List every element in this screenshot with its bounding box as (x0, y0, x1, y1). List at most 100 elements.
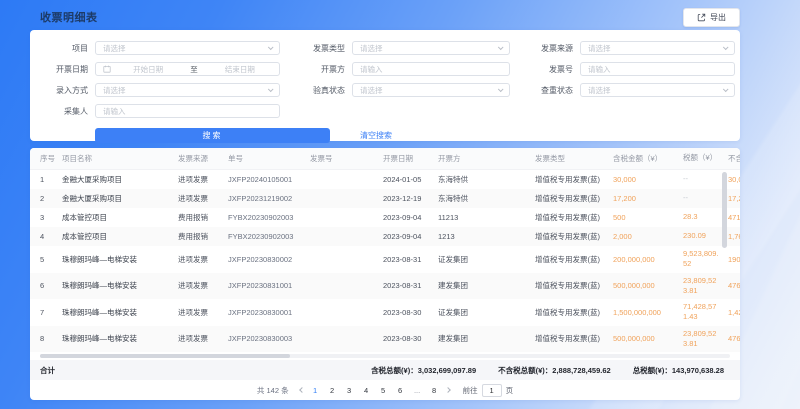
cell-invoice-date: 2024-01-05 (383, 175, 438, 184)
table-row: 3 成本管控项目 费用报销 FYBX20230902003 2023-09-04… (30, 208, 740, 227)
cell-amount-incl-tax: 2,000 (613, 232, 683, 241)
cell-invoice-type: 增值税专用发票(蓝) (535, 333, 613, 344)
cell-amount-incl-tax: 17,200 (613, 194, 683, 203)
invoice-source-select[interactable]: 请选择 (580, 41, 735, 55)
page-button-1[interactable]: 1 (309, 386, 322, 395)
page-list: 123456... 8 (307, 386, 443, 395)
goto-suffix: 页 (506, 385, 514, 396)
page-title: 收票明细表 (40, 9, 98, 25)
calendar-icon (103, 65, 111, 73)
col-header-amount-excl-tax: 不含税金额（¥） (728, 153, 740, 164)
next-page-button[interactable] (443, 385, 453, 395)
prev-page-button[interactable] (297, 385, 307, 395)
cell-index: 5 (40, 255, 62, 264)
collector-label: 采集人 (30, 106, 88, 117)
cell-index: 4 (40, 232, 62, 241)
cell-invoice-date: 2023-09-04 (383, 232, 438, 241)
cell-invoice-date: 2023-08-30 (383, 308, 438, 317)
entry-method-select[interactable]: 请选择 (95, 83, 280, 97)
cell-amount-excl-tax: 476,190,476.19 (728, 281, 740, 290)
invoice-table-card: 序号 项目名称 发票来源 单号 发票号 开票日期 开票方 发票类型 含税金额（¥… (30, 148, 740, 400)
page-ellipsis: ... (411, 386, 424, 395)
cell-amount-incl-tax: 1,500,000,000 (613, 308, 683, 317)
horizontal-scrollbar-thumb[interactable] (40, 354, 290, 358)
cell-issuer: 建发集团 (438, 333, 535, 344)
dup-status-select[interactable]: 请选择 (580, 83, 735, 97)
clear-search-link[interactable]: 清空搜索 (360, 130, 392, 141)
cell-tax-amount: 23,809,523.81 (683, 329, 728, 349)
summary-label: 合计 (40, 365, 55, 376)
cell-invoice-date: 2023-08-31 (383, 255, 438, 264)
col-header-project-name: 项目名称 (62, 153, 178, 164)
chevron-right-icon (445, 387, 451, 393)
table-row: 2 金融大厦采购项目 进项发票 JXFP20231219002 2023-12-… (30, 189, 740, 208)
date-range-separator: 至 (190, 64, 198, 75)
cell-issuer: 证发集团 (438, 254, 535, 265)
project-select[interactable]: 请选择 (95, 41, 280, 55)
cell-amount-excl-tax: 1,769.91 (728, 232, 740, 241)
end-date-placeholder: 结束日期 (208, 64, 272, 75)
vertical-scrollbar[interactable] (722, 172, 727, 248)
cell-amount-excl-tax: 30,000 (728, 175, 740, 184)
pagination: 共 142 条 123456...8 前往 页 (30, 381, 740, 399)
cell-project-name: 金融大厦采购项目 (62, 174, 178, 185)
cell-invoice-type: 增值税专用发票(蓝) (535, 254, 613, 265)
invoice-date-label: 开票日期 (30, 64, 88, 75)
project-placeholder: 请选择 (103, 43, 126, 54)
invoice-no-input[interactable] (580, 62, 735, 76)
total-excl-tax: 不含税总额(¥)：2,888,728,459.62 (498, 365, 611, 376)
invoice-source-label: 发票来源 (510, 43, 573, 54)
cell-amount-incl-tax: 500,000,000 (613, 334, 683, 343)
table-row: 5 珠穆朗玛峰—电梯安装 进项发票 JXFP20230830002 2023-0… (30, 246, 740, 273)
project-label: 项目 (30, 43, 88, 54)
entry-method-label: 录入方式 (30, 85, 88, 96)
search-button[interactable]: 搜索 (95, 128, 330, 143)
cell-invoice-type: 增值税专用发票(蓝) (535, 231, 613, 242)
dup-status-label: 查重状态 (510, 85, 573, 96)
total-tax: 总税额(¥)：143,970,638.28 (633, 365, 724, 376)
cell-invoice-type: 增值税专用发票(蓝) (535, 280, 613, 291)
export-button[interactable]: 导出 (683, 8, 740, 27)
chevron-left-icon (299, 387, 305, 393)
issuer-input[interactable] (352, 62, 510, 76)
chevron-down-icon (723, 44, 729, 50)
col-header-invoice-date: 开票日期 (383, 153, 438, 164)
table-body: 1 金融大厦采购项目 进项发票 JXFP20240105001 2024-01-… (30, 170, 740, 352)
page-button-4[interactable]: 4 (360, 386, 373, 395)
page-button-3[interactable]: 3 (343, 386, 356, 395)
cell-issuer: 1213 (438, 232, 535, 241)
page-button-2[interactable]: 2 (326, 386, 339, 395)
dup-status-placeholder: 请选择 (588, 85, 611, 96)
col-header-invoice-type: 发票类型 (535, 153, 613, 164)
cell-amount-excl-tax: 476,190,476.19 (728, 334, 740, 343)
table-row: 6 珠穆朗玛峰—电梯安装 进项发票 JXFP20230831001 2023-0… (30, 273, 740, 300)
total-incl-tax: 含税总额(¥)：3,032,699,097.89 (371, 365, 476, 376)
summary-row: 合计 含税总额(¥)：3,032,699,097.89 不含税总额(¥)：2,8… (30, 360, 740, 380)
verify-status-select[interactable]: 请选择 (352, 83, 510, 97)
cell-invoice-source: 进项发票 (178, 193, 228, 204)
cell-project-name: 珠穆朗玛峰—电梯安装 (62, 333, 178, 344)
goto-page-input[interactable] (482, 384, 502, 397)
table-row: 4 成本管控项目 费用报销 FYBX20230902003 2023-09-04… (30, 227, 740, 246)
invoice-type-select[interactable]: 请选择 (352, 41, 510, 55)
invoice-date-range[interactable]: 开始日期 至 结束日期 (95, 62, 280, 76)
col-header-tax-amount: 税额（¥） (683, 153, 728, 163)
cell-tax-amount: 23,809,523.81 (683, 276, 728, 296)
page-button-5[interactable]: 5 (377, 386, 390, 395)
chevron-down-icon (723, 86, 729, 92)
cell-project-name: 珠穆朗玛峰—电梯安装 (62, 307, 178, 318)
cell-order-no: JXFP20230831001 (228, 281, 310, 290)
page-button-8[interactable]: 8 (428, 386, 441, 395)
col-header-invoice-source: 发票来源 (178, 153, 228, 164)
collector-input[interactable] (95, 104, 280, 118)
cell-amount-incl-tax: 200,000,000 (613, 255, 683, 264)
cell-invoice-source: 费用报销 (178, 212, 228, 223)
cell-amount-excl-tax: 17,200 (728, 194, 740, 203)
cell-project-name: 成本管控项目 (62, 231, 178, 242)
table-header-row: 序号 项目名称 发票来源 单号 发票号 开票日期 开票方 发票类型 含税金额（¥… (30, 148, 740, 170)
cell-issuer: 建发集团 (438, 280, 535, 291)
invoice-type-label: 发票类型 (280, 43, 345, 54)
invoice-type-placeholder: 请选择 (360, 43, 383, 54)
cell-index: 3 (40, 213, 62, 222)
page-button-6[interactable]: 6 (394, 386, 407, 395)
